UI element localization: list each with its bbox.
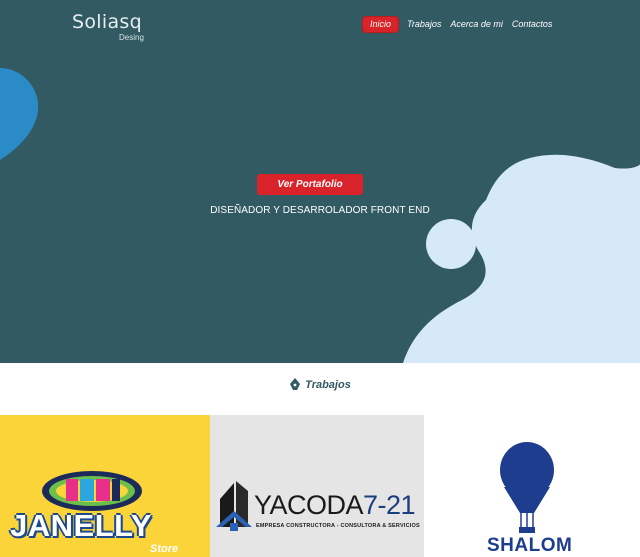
janelly-name: JANELLY [10,508,152,543]
brand-name: Soliasq [72,11,142,33]
brand-logo[interactable]: Soliasq Desing [72,10,144,42]
work-card-yacoda[interactable]: YACODA7-21 EMPRESA CONSTRUCTORA - CONSUL… [210,415,424,557]
shalom-name: SHALOM [487,535,573,556]
works-section-title: Trabajos [0,378,640,391]
nav-item-inicio[interactable]: Inicio [363,17,399,32]
works-title-text: Trabajos [305,378,351,391]
work-card-shalom[interactable]: SHALOM [424,415,640,557]
yacoda-number: 7-21 [363,490,416,520]
nav-item-contactos[interactable]: Contactos [512,17,553,32]
yacoda-tagline: EMPRESA CONSTRUCTORA - CONSULTORA & SERV… [256,523,420,529]
works-gallery: JANELLY Store YACODA7-21 EMPRESA CONSTRU… [0,415,640,557]
yacoda-building-icon [216,481,252,531]
brand-tagline: Desing [119,33,144,42]
hero-subtitle: DISEÑADOR Y DESARROLADOR FRONT END [210,205,430,216]
view-portfolio-button[interactable]: Ver Portafolio [257,174,363,195]
nav-item-acerca[interactable]: Acerca de mi [450,17,503,32]
yacoda-name: YACODA7-21 [254,490,416,521]
pen-nib-icon [290,378,301,390]
nav-item-trabajos[interactable]: Trabajos [407,17,441,32]
yacoda-name-text: YACODA [254,490,364,520]
work-card-janelly[interactable]: JANELLY Store [0,415,210,557]
janelly-sub: Store [150,543,179,555]
hero-section: Soliasq Desing Inicio Trabajos Acerca de… [0,0,640,363]
main-nav: Inicio Trabajos Acerca de mi Contactos [363,17,561,32]
